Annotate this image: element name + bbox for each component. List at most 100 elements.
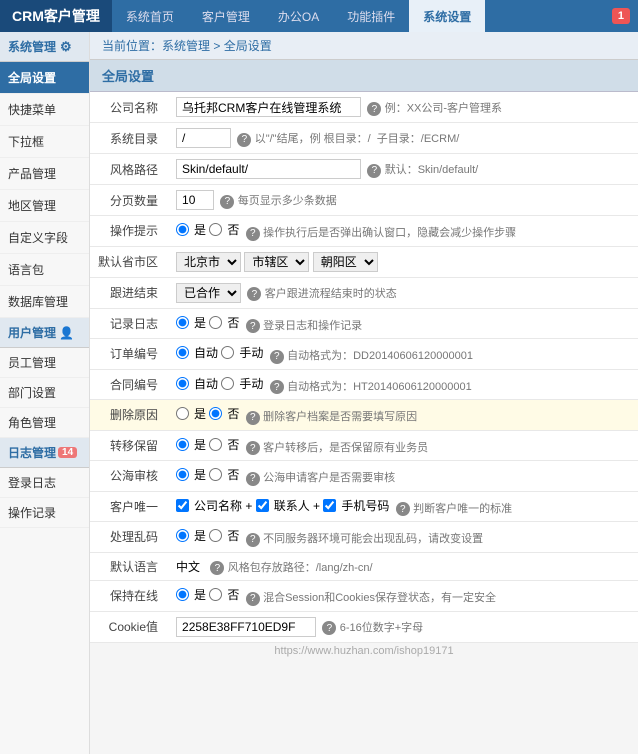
- radio-online-yes[interactable]: 是: [176, 586, 206, 603]
- input-page-count[interactable]: [176, 190, 214, 210]
- breadcrumb-path: 系统管理 > 全局设置: [162, 39, 272, 53]
- label-order-no: 订单编号: [90, 339, 168, 370]
- nav-settings[interactable]: 系统设置: [409, 0, 485, 32]
- help-order-no[interactable]: ?: [270, 350, 284, 364]
- input-company-name[interactable]: [176, 97, 361, 117]
- select-province[interactable]: 北京市: [176, 252, 241, 272]
- settings-table: 公司名称 ? 例：XX公司-客户管理系 系统目录 ? 以"/"结尾，例 根目录：…: [90, 92, 638, 643]
- radio-op-hint-yes[interactable]: 是: [176, 221, 206, 238]
- row-cookie: Cookie值 ? 6-16位数字+字母: [90, 611, 638, 642]
- sidebar-item-department[interactable]: 部门设置: [0, 378, 89, 408]
- sidebar-item-login-log[interactable]: 登录日志: [0, 468, 89, 498]
- help-follow-end[interactable]: ?: [247, 287, 261, 301]
- sidebar-item-database[interactable]: 数据库管理: [0, 286, 89, 318]
- radio-order-auto[interactable]: 自动: [176, 344, 218, 361]
- hint-order-no: 自动格式为：DD20140606120000001: [287, 350, 473, 362]
- input-cookie[interactable]: [176, 617, 316, 637]
- hint-log: 登录日志和操作记录: [263, 320, 362, 332]
- radio-transfer-yes[interactable]: 是: [176, 436, 206, 453]
- radio-encoding-no[interactable]: 否: [209, 527, 239, 544]
- mail-badge[interactable]: 1: [612, 8, 630, 24]
- radio-encoding-yes[interactable]: 是: [176, 527, 206, 544]
- radio-contract-auto[interactable]: 自动: [176, 375, 218, 392]
- sidebar-item-employee[interactable]: 员工管理: [0, 348, 89, 378]
- content-area: 当前位置：系统管理 > 全局设置 全局设置 公司名称 ? 例：XX公司-客户管理…: [90, 32, 638, 754]
- label-cookie: Cookie值: [90, 611, 168, 642]
- radio-transfer-no[interactable]: 否: [209, 436, 239, 453]
- sidebar-item-custom-field[interactable]: 自定义字段: [0, 222, 89, 254]
- help-system-dir[interactable]: ?: [237, 133, 251, 147]
- nav-plugin[interactable]: 功能插件: [333, 0, 409, 32]
- hint-op-hint: 操作执行后是否弹出确认窗口，隐藏会减少操作步骤: [263, 227, 516, 239]
- help-customer-unique[interactable]: ?: [396, 502, 410, 516]
- row-op-hint: 操作提示 是 否 ? 操作执行后是否弹出确认窗口，隐藏会减少操作步骤: [90, 216, 638, 247]
- check-company-name[interactable]: 公司名称 +: [176, 497, 252, 514]
- row-encoding: 处理乱码 是 否 ? 不同服务器环境可能会出现乱码，请改变设置: [90, 522, 638, 553]
- control-company-name: ? 例：XX公司-客户管理系: [168, 92, 638, 123]
- row-follow-end: 跟进结束 已合作 ? 客户跟进流程结束时的状态: [90, 277, 638, 308]
- radio-delete-yes[interactable]: 是: [176, 405, 206, 422]
- sidebar-item-operation-log[interactable]: 操作记录: [0, 498, 89, 528]
- hint-transfer: 客户转移后，是否保留原有业务员: [263, 442, 428, 454]
- control-page-count: ? 每页显示多少条数据: [168, 185, 638, 216]
- sidebar-item-product[interactable]: 产品管理: [0, 158, 89, 190]
- radio-log-no[interactable]: 否: [209, 314, 239, 331]
- row-style-path: 风格路径 ? 默认：Skin/default/: [90, 154, 638, 185]
- help-op-hint[interactable]: ?: [246, 227, 260, 241]
- radio-sea-yes[interactable]: 是: [176, 466, 206, 483]
- radio-contract-manual[interactable]: 手动: [221, 375, 263, 392]
- brand-logo: CRM客户管理: [0, 0, 112, 32]
- sidebar-item-global[interactable]: 全局设置: [0, 62, 89, 94]
- check-contact[interactable]: 联系人 +: [256, 497, 320, 514]
- nav-home[interactable]: 系统首页: [112, 0, 188, 32]
- sidebar-log-label: 日志管理: [8, 444, 56, 461]
- help-keep-online[interactable]: ?: [246, 592, 260, 606]
- breadcrumb: 当前位置：系统管理 > 全局设置: [90, 32, 638, 60]
- input-system-dir[interactable]: [176, 128, 231, 148]
- help-delete-reason[interactable]: ?: [246, 411, 260, 425]
- check-phone[interactable]: 手机号码: [323, 497, 389, 514]
- sidebar-item-dropdown[interactable]: 下拉框: [0, 126, 89, 158]
- help-log[interactable]: ?: [246, 319, 260, 333]
- radio-sea-no[interactable]: 否: [209, 466, 239, 483]
- help-company-name[interactable]: ?: [367, 102, 381, 116]
- label-follow-end: 跟进结束: [90, 277, 168, 308]
- control-keep-online: 是 否 ? 混合Session和Cookies保存登状态，有一定安全: [168, 581, 638, 612]
- label-encoding: 处理乱码: [90, 522, 168, 553]
- select-county[interactable]: 朝阳区: [313, 252, 378, 272]
- control-sea-audit: 是 否 ? 公海申请客户是否需要审核: [168, 461, 638, 492]
- row-lang: 默认语言 中文 ? 风格包存放路径：/lang/zh-cn/: [90, 552, 638, 581]
- label-log: 记录日志: [90, 308, 168, 339]
- sidebar-item-role[interactable]: 角色管理: [0, 408, 89, 438]
- help-contract-no[interactable]: ?: [270, 380, 284, 394]
- sidebar-log-header: 日志管理 14: [0, 438, 89, 468]
- radio-order-manual[interactable]: 手动: [221, 344, 263, 361]
- hint-company-name: 例：XX公司-客户管理系: [385, 103, 502, 115]
- input-style-path[interactable]: [176, 159, 361, 179]
- nav-oa[interactable]: 办公OA: [264, 0, 333, 32]
- sidebar-item-region[interactable]: 地区管理: [0, 190, 89, 222]
- radio-online-no[interactable]: 否: [209, 586, 239, 603]
- help-encoding[interactable]: ?: [246, 533, 260, 547]
- nav-customer[interactable]: 客户管理: [188, 0, 264, 32]
- help-transfer[interactable]: ?: [246, 441, 260, 455]
- help-page-count[interactable]: ?: [220, 195, 234, 209]
- radio-log-yes[interactable]: 是: [176, 314, 206, 331]
- lang-value: 中文: [176, 560, 200, 574]
- help-sea-audit[interactable]: ?: [246, 472, 260, 486]
- hint-page-count: 每页显示多少条数据: [238, 195, 337, 207]
- select-follow-end[interactable]: 已合作: [176, 283, 241, 303]
- control-customer-unique: 公司名称 + 联系人 + 手机号码 ? 判断客户唯一的标准: [168, 491, 638, 522]
- help-cookie[interactable]: ?: [322, 621, 336, 635]
- control-order-no: 自动 手动 ? 自动格式为：DD20140606120000001: [168, 339, 638, 370]
- sidebar-item-language[interactable]: 语言包: [0, 254, 89, 286]
- help-lang[interactable]: ?: [210, 561, 224, 575]
- sidebar-system-label: 系统管理: [8, 38, 56, 55]
- label-contract-no: 合同编号: [90, 369, 168, 400]
- radio-delete-no[interactable]: 否: [209, 405, 239, 422]
- select-district[interactable]: 市辖区: [244, 252, 309, 272]
- log-badge: 14: [58, 447, 77, 458]
- sidebar-item-shortcut[interactable]: 快捷菜单: [0, 94, 89, 126]
- radio-op-hint-no[interactable]: 否: [209, 221, 239, 238]
- help-style-path[interactable]: ?: [367, 164, 381, 178]
